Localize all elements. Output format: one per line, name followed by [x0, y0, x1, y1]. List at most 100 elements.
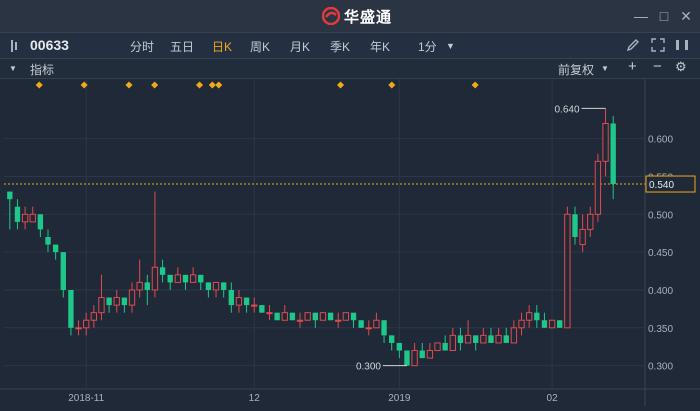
candle-body-up: [304, 312, 311, 321]
candle-body-up: [128, 289, 136, 306]
candle-body-down: [14, 206, 21, 222]
title-bar: 华盛通 — □ ✕: [0, 0, 700, 33]
candle-body-down: [198, 274, 204, 283]
event-marker-icon: [388, 81, 396, 89]
candle-body-up: [449, 334, 456, 352]
candle-body-down: [144, 282, 150, 290]
candle-body-up: [365, 327, 372, 330]
candle-body-up: [342, 312, 350, 321]
candle-body-down: [503, 335, 509, 343]
chevron-down-icon[interactable]: ▼: [446, 41, 455, 51]
candle-body-up: [518, 319, 525, 329]
tab-quarterly-k[interactable]: 季K: [330, 38, 350, 55]
adjust-chevron-icon[interactable]: ▼: [601, 64, 609, 73]
gear-icon[interactable]: ⚙: [675, 59, 687, 75]
candle-body-up: [335, 319, 342, 322]
candles: [7, 108, 616, 367]
candle-body-down: [557, 320, 563, 328]
candle-body-down: [274, 312, 280, 321]
maximize-button[interactable]: □: [654, 6, 674, 26]
candle-body-up: [579, 228, 586, 246]
candle-body-down: [488, 335, 494, 343]
y-tick-label: 0.500: [648, 210, 673, 221]
chart-canvas[interactable]: 0.6000.5500.5000.4500.4000.3500.3002018-…: [0, 79, 700, 406]
candle-body-up: [525, 312, 533, 321]
candle-body-down: [442, 342, 448, 351]
candle-body-down: [205, 282, 212, 290]
candle-body-up: [113, 297, 120, 306]
candle-body-up: [602, 122, 609, 162]
candle-body-down: [68, 289, 74, 328]
x-tick-label: 2018-11: [68, 393, 104, 404]
close-button[interactable]: ✕: [676, 6, 696, 26]
tab-daily-k[interactable]: 日K: [212, 38, 232, 55]
candle-body-up: [151, 266, 159, 291]
candle-body-down: [381, 320, 387, 336]
candle-body-up: [464, 334, 472, 344]
candle-body-down: [52, 244, 59, 253]
event-marker-icon: [125, 81, 133, 89]
candle-body-up: [251, 304, 258, 307]
tab-minute-select[interactable]: 1分: [418, 38, 437, 55]
candle-body-down: [572, 214, 578, 237]
candle-body-down: [404, 350, 410, 366]
candle-body-down: [610, 123, 616, 185]
candle-body-down: [37, 214, 44, 230]
candle-body-down: [45, 237, 51, 245]
candle-body-down: [419, 350, 425, 359]
minimize-button[interactable]: —: [631, 6, 651, 26]
candle-body-down: [243, 297, 250, 306]
y-tick-label: 0.400: [648, 286, 673, 297]
event-marker-icon: [215, 81, 223, 89]
candle-body-up: [235, 297, 243, 306]
candle-body-down: [457, 335, 464, 343]
tab-weekly-k[interactable]: 周K: [250, 38, 270, 55]
event-marker-icon: [35, 81, 43, 89]
tab-monthly-k[interactable]: 月K: [290, 38, 310, 55]
chart-grid: [0, 79, 700, 406]
candle-body-up: [594, 160, 602, 215]
candle-body-up: [29, 213, 36, 223]
candle-body-down: [327, 312, 334, 321]
indicator-label[interactable]: 指标: [30, 61, 54, 78]
candle-body-up: [495, 334, 502, 344]
y-tick-label: 0.350: [648, 324, 673, 335]
candle-body-down: [350, 312, 357, 321]
candle-body-up: [319, 312, 327, 321]
app-name: 华盛通: [344, 8, 393, 26]
candle-body-down: [121, 297, 128, 306]
app-logo: 华盛通: [322, 7, 393, 26]
candle-body-down: [358, 320, 364, 328]
candle-body-down: [106, 297, 112, 306]
pencil-icon[interactable]: [626, 38, 640, 52]
candle-body-down: [182, 274, 189, 283]
tab-five-day[interactable]: 五日: [170, 38, 194, 55]
tab-yearly-k[interactable]: 年K: [370, 38, 390, 55]
candlestick-chart[interactable]: 0.6000.5500.5000.4500.4000.3500.3002018-…: [0, 79, 700, 406]
x-tick-label: 02: [547, 393, 559, 404]
candle-body-up: [136, 281, 143, 291]
zoom-out-icon[interactable]: −: [653, 58, 662, 75]
adjust-mode[interactable]: 前复权: [558, 61, 594, 78]
candle-body-down: [396, 342, 403, 351]
drag-handle-icon[interactable]: [10, 39, 24, 53]
candle-body-up: [548, 319, 556, 329]
tab-intraday[interactable]: 分时: [130, 38, 154, 55]
candle-body-down: [389, 335, 395, 343]
candle-body-up: [426, 350, 434, 359]
candle-body-up: [564, 213, 571, 329]
candle-body-up: [373, 319, 380, 329]
y-tick-label: 0.300: [648, 362, 673, 373]
collapse-icon[interactable]: ▼: [9, 64, 17, 73]
candle-body-down: [60, 252, 66, 290]
candle-body-up: [75, 327, 82, 330]
y-tick-label: 0.450: [648, 248, 673, 259]
current-price-label: 0.540: [649, 180, 674, 191]
candle-body-down: [259, 305, 265, 313]
split-icon[interactable]: [675, 38, 689, 52]
fullscreen-icon[interactable]: [651, 38, 665, 52]
high-price-label: 0.640: [555, 104, 580, 115]
zoom-in-icon[interactable]: +: [628, 58, 637, 75]
candle-body-down: [541, 320, 548, 328]
event-marker-icon: [336, 81, 345, 89]
